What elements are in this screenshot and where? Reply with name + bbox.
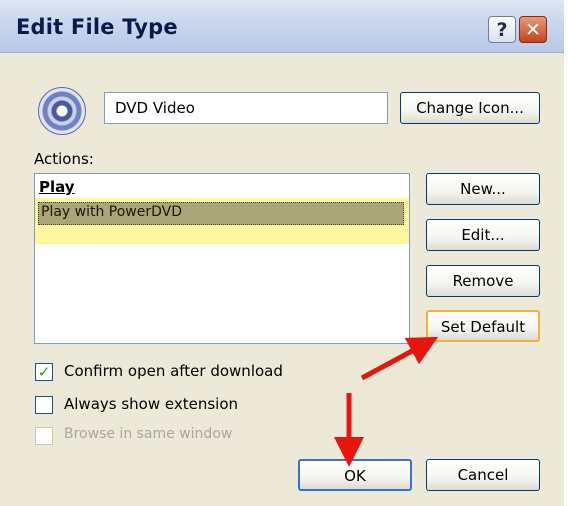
- edit-file-type-dialog: Edit File Type ? ✕ DVD Video Change Icon…: [0, 0, 564, 506]
- arrow-to-set-default: [360, 336, 439, 381]
- annotation-arrows: [334, 336, 439, 467]
